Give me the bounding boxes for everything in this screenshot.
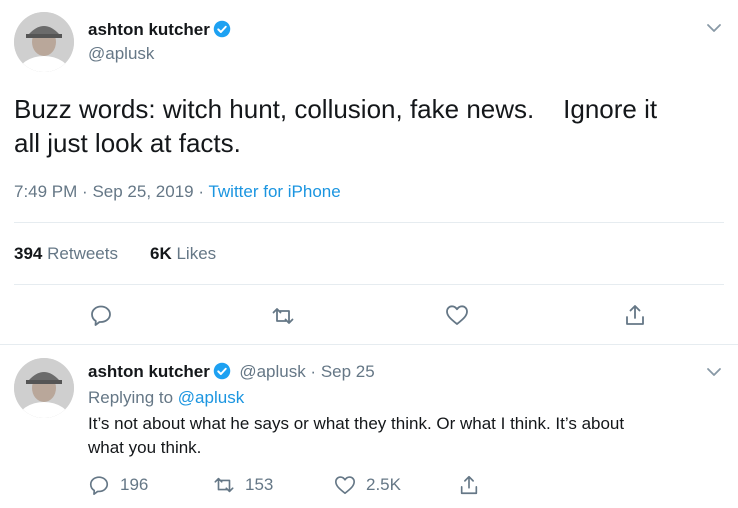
author-name[interactable]: ashton kutcher: [88, 362, 210, 381]
tweet-time[interactable]: 7:49 PM: [14, 182, 77, 201]
heart-icon: [335, 476, 355, 495]
divider: [14, 284, 724, 285]
more-options-button[interactable]: [704, 362, 724, 382]
reply-icon: [89, 476, 109, 495]
separator: ·: [82, 182, 88, 201]
verified-badge-icon: [213, 20, 231, 38]
author-name-text[interactable]: ashton kutcher: [88, 20, 210, 39]
avatar[interactable]: [14, 358, 74, 418]
tweet-source-link[interactable]: Twitter for iPhone: [208, 182, 340, 201]
divider: [0, 344, 738, 345]
retweet-icon: [214, 477, 234, 493]
tweet-text-line: all just look at facts.: [14, 128, 241, 158]
reply-handle-date[interactable]: @aplusk · Sep 25: [239, 362, 374, 381]
share-icon: [460, 475, 478, 495]
like-label: Likes: [176, 244, 217, 263]
avatar[interactable]: [14, 12, 74, 72]
like-count: 2.5K: [366, 475, 401, 494]
like-count: 6K: [150, 244, 172, 263]
share-button[interactable]: [623, 303, 647, 327]
chevron-down-icon: [707, 24, 721, 32]
replying-to: Replying to @aplusk: [88, 386, 244, 410]
heart-icon: [446, 305, 468, 325]
retweet-count: 153: [245, 475, 274, 494]
reply-button[interactable]: 196: [88, 474, 148, 496]
verified-badge-icon: [213, 362, 231, 380]
separator: ·: [198, 182, 205, 201]
reply-text-line: It’s not about what he says or what they…: [88, 414, 625, 433]
reply-button[interactable]: [89, 303, 113, 327]
more-options-button[interactable]: [704, 18, 724, 38]
share-button[interactable]: [458, 474, 480, 496]
author-name[interactable]: ashton kutcher: [88, 20, 231, 40]
retweet-count: 394: [14, 244, 43, 263]
replying-to-link[interactable]: @aplusk: [178, 388, 244, 407]
like-stat[interactable]: 6K Likes: [150, 244, 216, 264]
reply-count: 196: [120, 475, 149, 494]
tweet-meta: 7:49 PM · Sep 25, 2019 · Twitter for iPh…: [14, 182, 341, 202]
tweet-text-line: Buzz words: witch hunt, collusion, fake …: [14, 94, 658, 124]
like-button[interactable]: [445, 303, 469, 327]
chevron-down-icon: [707, 368, 721, 376]
reply-text-line: what you think.: [88, 438, 202, 457]
author-handle[interactable]: @aplusk: [88, 44, 154, 64]
retweet-icon: [272, 308, 294, 324]
tweet-date[interactable]: Sep 25, 2019: [92, 182, 193, 201]
retweet-button[interactable]: 153: [213, 474, 273, 496]
reply-header: ashton kutcher @aplusk · Sep 25: [88, 362, 375, 382]
retweet-label: Retweets: [47, 244, 118, 263]
divider: [14, 222, 724, 223]
retweet-stat[interactable]: 394 Retweets: [14, 244, 118, 264]
reply-icon: [91, 305, 111, 326]
share-icon: [626, 305, 644, 325]
reply-text: It’s not about what he says or what they…: [88, 412, 728, 460]
replying-to-prefix: Replying to: [88, 388, 174, 407]
retweet-button[interactable]: [271, 304, 295, 328]
tweet-text: Buzz words: witch hunt, collusion, fake …: [14, 92, 729, 160]
like-button[interactable]: 2.5K: [334, 474, 401, 496]
